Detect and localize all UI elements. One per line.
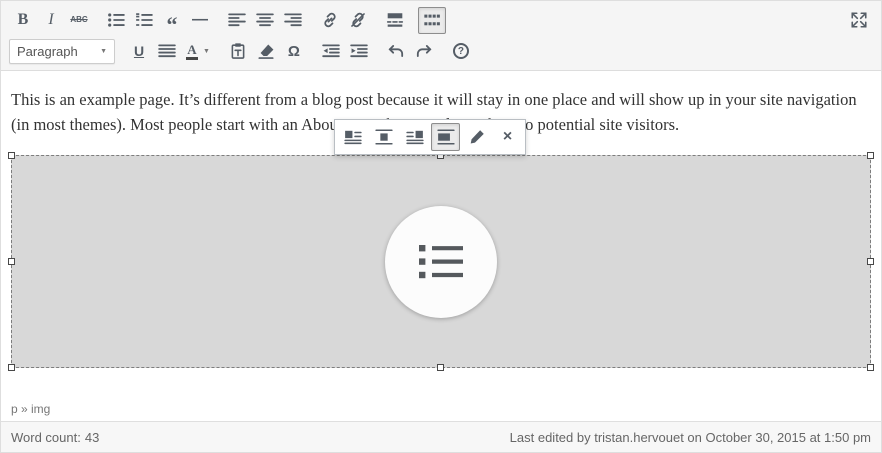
strikethrough-button[interactable]: ABC xyxy=(65,7,93,34)
redo-icon xyxy=(415,42,433,60)
italic-button[interactable]: I xyxy=(37,7,65,34)
paragraph-format-select[interactable]: Paragraph ▼ xyxy=(9,39,115,64)
underline-button[interactable]: U xyxy=(125,38,153,65)
editor-content-area[interactable]: This is an example page. It’s different … xyxy=(1,71,881,397)
image-align-right-icon xyxy=(406,128,424,146)
bullet-list-button[interactable] xyxy=(102,7,130,34)
blockquote-button[interactable]: “ xyxy=(158,7,186,34)
toolbar-toggle-button[interactable] xyxy=(418,7,446,34)
redo-button[interactable] xyxy=(410,38,438,65)
text-color-icon: A xyxy=(186,43,198,60)
omega-icon: Ω xyxy=(288,44,300,59)
image-align-none-button[interactable] xyxy=(431,123,460,151)
horizontal-rule-icon: — xyxy=(192,12,208,28)
resize-handle-top-right[interactable] xyxy=(867,152,874,159)
italic-icon: I xyxy=(48,12,53,28)
undo-button[interactable] xyxy=(382,38,410,65)
word-count-label: Word count: xyxy=(11,430,81,445)
selected-image-placeholder[interactable] xyxy=(11,155,871,368)
align-right-button[interactable] xyxy=(279,7,307,34)
editor-toolbar: B I ABC xyxy=(1,1,881,71)
numbered-list-button[interactable] xyxy=(130,7,158,34)
toolbar-toggle-icon xyxy=(423,11,441,29)
image-align-none-icon xyxy=(437,128,455,146)
insert-link-button[interactable] xyxy=(316,7,344,34)
text-color-button[interactable]: A ▼ xyxy=(181,38,215,65)
wp-visual-editor: B I ABC xyxy=(0,0,882,453)
chevron-down-icon: ▼ xyxy=(100,48,107,55)
align-center-button[interactable] xyxy=(251,7,279,34)
image-edit-button[interactable] xyxy=(462,123,491,151)
editor-footer: Word count: 43 Last edited by tristan.he… xyxy=(1,421,881,452)
word-count: Word count: 43 xyxy=(11,430,99,445)
format-select-value: Paragraph xyxy=(17,44,78,59)
toolbar-row-2: Paragraph ▼ U A ▼ xyxy=(9,36,873,66)
blockquote-icon: “ xyxy=(167,23,178,27)
paste-as-text-button[interactable] xyxy=(224,38,252,65)
word-count-value: 43 xyxy=(85,430,99,445)
read-more-tag-button[interactable] xyxy=(381,7,409,34)
strikethrough-icon: ABC xyxy=(70,16,87,24)
eraser-icon xyxy=(257,42,275,60)
indent-icon xyxy=(350,42,368,60)
image-align-center-icon xyxy=(375,128,393,146)
special-character-button[interactable]: Ω xyxy=(280,38,308,65)
align-right-icon xyxy=(284,11,302,29)
resize-handle-bottom-left[interactable] xyxy=(8,364,15,371)
list-icon xyxy=(417,241,465,283)
align-left-icon xyxy=(228,11,246,29)
paste-as-text-icon xyxy=(229,42,247,60)
clear-formatting-button[interactable] xyxy=(252,38,280,65)
justify-button[interactable] xyxy=(153,38,181,65)
fullscreen-icon xyxy=(850,11,868,29)
image-align-center-button[interactable] xyxy=(369,123,398,151)
outdent-button[interactable] xyxy=(317,38,345,65)
resize-handle-bottom-right[interactable] xyxy=(867,364,874,371)
toolbar-row-1: B I ABC xyxy=(9,4,873,36)
resize-handle-bottom-middle[interactable] xyxy=(437,364,444,371)
remove-link-button[interactable] xyxy=(344,7,372,34)
align-left-button[interactable] xyxy=(223,7,251,34)
breadcrumb[interactable]: p » img xyxy=(11,402,50,416)
resize-handle-top-left[interactable] xyxy=(8,152,15,159)
pencil-icon xyxy=(468,128,486,146)
close-icon: × xyxy=(503,129,512,145)
bold-button[interactable]: B xyxy=(9,7,37,34)
help-icon: ? xyxy=(453,43,469,59)
element-path-bar: p » img xyxy=(1,397,881,421)
resize-handle-middle-left[interactable] xyxy=(8,258,15,265)
last-edited-status: Last edited by tristan.hervouet on Octob… xyxy=(510,430,871,445)
unlink-icon xyxy=(349,11,367,29)
placeholder-circle xyxy=(385,206,497,318)
align-center-icon xyxy=(256,11,274,29)
numbered-list-icon xyxy=(135,11,153,29)
bold-icon: B xyxy=(18,12,29,28)
underline-icon: U xyxy=(134,44,144,58)
undo-icon xyxy=(387,42,405,60)
image-floating-toolbar: × xyxy=(334,119,526,155)
bullet-list-icon xyxy=(107,11,125,29)
link-icon xyxy=(321,11,339,29)
outdent-icon xyxy=(322,42,340,60)
image-align-left-icon xyxy=(344,128,362,146)
read-more-icon xyxy=(386,11,404,29)
image-align-right-button[interactable] xyxy=(400,123,429,151)
help-button[interactable]: ? xyxy=(447,38,475,65)
image-remove-button[interactable]: × xyxy=(493,123,522,151)
justify-icon xyxy=(158,42,176,60)
chevron-down-icon: ▼ xyxy=(203,48,210,55)
horizontal-rule-button[interactable]: — xyxy=(186,7,214,34)
resize-handle-middle-right[interactable] xyxy=(867,258,874,265)
indent-button[interactable] xyxy=(345,38,373,65)
fullscreen-button[interactable] xyxy=(845,7,873,34)
image-align-left-button[interactable] xyxy=(338,123,367,151)
